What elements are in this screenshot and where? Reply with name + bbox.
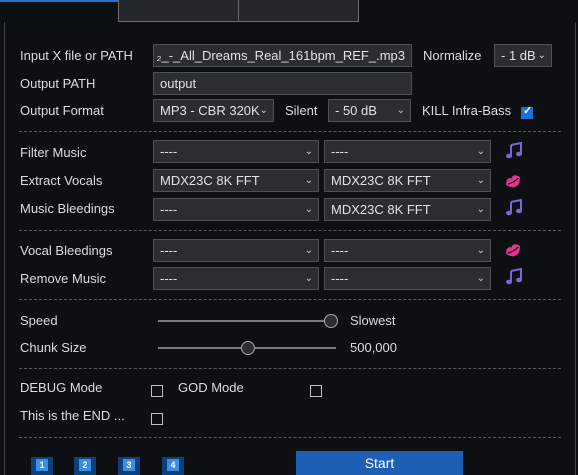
filter-music-select-1[interactable]: ---- ⌄ [153, 140, 319, 163]
divider [19, 230, 561, 231]
chevron-down-icon: ⌄ [476, 273, 485, 284]
divider [19, 131, 561, 132]
chevron-down-icon: ⌄ [537, 50, 546, 61]
silent-label: Silent [285, 103, 318, 118]
divider [19, 437, 561, 438]
lips-icon[interactable] [504, 172, 522, 190]
remove-music-select-1[interactable]: ---- ⌄ [153, 267, 319, 290]
tab-2[interactable] [118, 0, 239, 22]
chevron-down-icon: ⌄ [476, 146, 485, 157]
silent-select[interactable]: - 50 dB ⌄ [328, 99, 411, 122]
remove-music-select-2[interactable]: ---- ⌄ [324, 267, 491, 290]
music-bleedings-select-2[interactable]: MDX23C 8K FFT ⌄ [324, 198, 491, 221]
vocal-bleedings-value-2: ---- [331, 243, 349, 258]
music-note-icon[interactable] [505, 142, 523, 160]
debug-label: DEBUG Mode [20, 380, 103, 395]
normalize-value: - 1 dB [501, 48, 536, 63]
normalize-label: Normalize [423, 48, 482, 63]
chevron-down-icon: ⌄ [259, 105, 268, 116]
divider [19, 368, 561, 369]
number-4-icon: 4 [167, 459, 179, 471]
end-label: This is the END ... [20, 408, 125, 423]
tab-3[interactable] [238, 0, 359, 22]
preset-2-button[interactable]: 2 [74, 457, 96, 475]
filter-music-value-1: ---- [160, 144, 178, 159]
music-note-icon[interactable] [505, 268, 523, 286]
number-3-icon: 3 [123, 459, 135, 471]
input-file-value: ₂_-_All_Dreams_Real_161bpm_REF_.mp3 [156, 48, 405, 63]
chunk-size-slider-knob[interactable] [241, 341, 255, 355]
extract-vocals-select-1[interactable]: MDX23C 8K FFT ⌄ [153, 169, 319, 192]
music-note-icon[interactable] [505, 199, 523, 217]
chevron-down-icon: ⌄ [304, 273, 313, 284]
music-bleedings-value-2: MDX23C 8K FFT [331, 202, 431, 217]
output-format-label: Output Format [20, 103, 104, 118]
remove-music-value-2: ---- [331, 271, 349, 286]
extract-vocals-value-1: MDX23C 8K FFT [160, 173, 260, 188]
filter-music-select-2[interactable]: ---- ⌄ [324, 140, 491, 163]
vocal-bleedings-label: Vocal Bleedings [20, 243, 113, 258]
normalize-select[interactable]: - 1 dB ⌄ [494, 44, 552, 67]
music-bleedings-select-1[interactable]: ---- ⌄ [153, 198, 319, 221]
speed-label: Speed [20, 313, 58, 328]
divider [19, 299, 561, 300]
god-label: GOD Mode [178, 380, 244, 395]
vocal-bleedings-select-1[interactable]: ---- ⌄ [153, 239, 319, 262]
remove-music-label: Remove Music [20, 271, 106, 286]
output-format-select[interactable]: MP3 - CBR 320K ⌄ [153, 99, 274, 122]
chunk-size-value: 500,000 [350, 340, 397, 355]
chevron-down-icon: ⌄ [476, 175, 485, 186]
chevron-down-icon: ⌄ [304, 245, 313, 256]
preset-1-button[interactable]: 1 [31, 457, 53, 475]
output-path-label: Output PATH [20, 76, 96, 91]
output-format-value: MP3 - CBR 320K [160, 103, 260, 118]
chevron-down-icon: ⌄ [304, 146, 313, 157]
extract-vocals-label: Extract Vocals [20, 173, 103, 188]
vocal-bleedings-select-2[interactable]: ---- ⌄ [324, 239, 491, 262]
vocal-bleedings-value-1: ---- [160, 243, 178, 258]
chevron-down-icon: ⌄ [476, 204, 485, 215]
chunk-size-label: Chunk Size [20, 340, 87, 355]
debug-checkbox[interactable] [151, 385, 163, 397]
tab-1[interactable] [0, 0, 118, 22]
filter-music-label: Filter Music [20, 145, 87, 160]
speed-value: Slowest [350, 313, 396, 328]
silent-value: - 50 dB [335, 103, 377, 118]
chevron-down-icon: ⌄ [304, 175, 313, 186]
kill-label: KILL Infra-Bass [422, 103, 512, 118]
filter-music-value-2: ---- [331, 144, 349, 159]
chevron-down-icon: ⌄ [476, 245, 485, 256]
music-bleedings-value-1: ---- [160, 202, 178, 217]
end-checkbox[interactable] [151, 413, 163, 425]
chevron-down-icon: ⌄ [396, 105, 405, 116]
output-path-field[interactable]: output [153, 72, 412, 95]
speed-slider-track[interactable] [158, 320, 336, 322]
preset-3-button[interactable]: 3 [118, 457, 140, 475]
tab-bar [0, 0, 578, 22]
speed-slider-knob[interactable] [324, 314, 338, 328]
lips-icon[interactable] [504, 241, 522, 259]
number-1-icon: 1 [36, 459, 48, 471]
remove-music-value-1: ---- [160, 271, 178, 286]
input-label: Input X file or PATH [20, 48, 133, 63]
chevron-down-icon: ⌄ [304, 204, 313, 215]
input-file-field[interactable]: ₂_-_All_Dreams_Real_161bpm_REF_.mp3 [153, 44, 412, 67]
music-bleedings-label: Music Bleedings [20, 201, 115, 216]
preset-4-button[interactable]: 4 [162, 457, 184, 475]
kill-infra-bass-checkbox[interactable] [521, 104, 533, 119]
extract-vocals-select-2[interactable]: MDX23C 8K FFT ⌄ [324, 169, 491, 192]
extract-vocals-value-2: MDX23C 8K FFT [331, 173, 431, 188]
start-button[interactable]: Start [296, 451, 463, 475]
god-checkbox[interactable] [310, 385, 322, 397]
number-2-icon: 2 [79, 459, 91, 471]
